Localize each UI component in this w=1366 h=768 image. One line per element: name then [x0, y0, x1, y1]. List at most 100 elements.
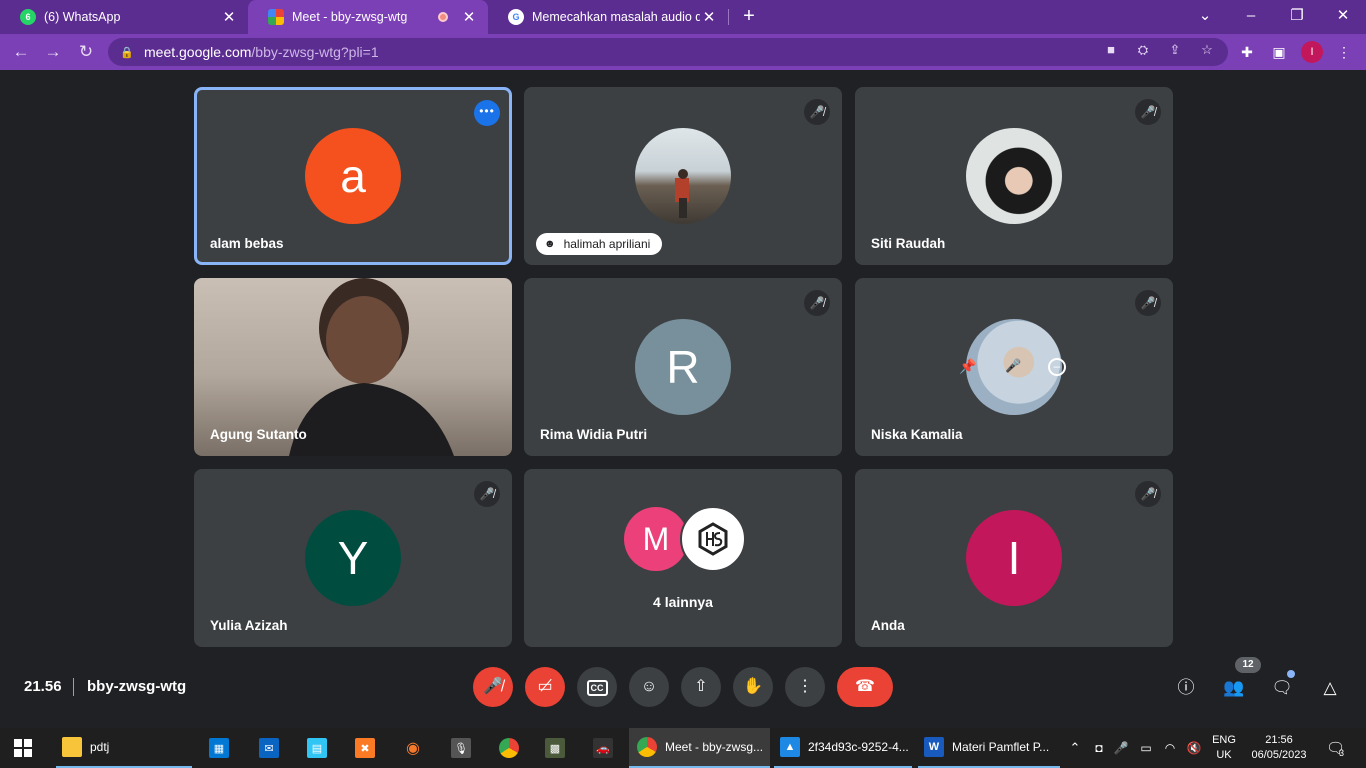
more-options-icon[interactable]: •••	[474, 100, 500, 126]
raise-hand-button[interactable]: ✋	[733, 667, 773, 707]
participant-name: Yulia Azizah	[210, 618, 288, 633]
app-icon[interactable]: ▤	[303, 728, 331, 768]
voice-recorder-icon[interactable]: 🎙	[447, 728, 475, 768]
mute-participant-icon[interactable]: 🎤	[1005, 358, 1021, 374]
participant-tile-others[interactable]: M 4 lainnya	[524, 469, 842, 647]
activities-icon[interactable]: △	[1317, 675, 1343, 701]
taskbar-item-pdtj[interactable]: pdtj	[56, 728, 192, 768]
close-tab-icon[interactable]: ✕	[700, 8, 718, 26]
participant-tile-yulia[interactable]: Y 🎤̸ Yulia Azizah	[194, 469, 512, 647]
captions-button[interactable]: CC	[577, 667, 617, 707]
muted-mic-icon: 🎤̸	[804, 290, 830, 316]
participant-name: Rima Widia Putri	[540, 427, 648, 442]
avatar: R	[635, 319, 731, 415]
chat-icon[interactable]: 🗨	[1269, 675, 1295, 701]
taskbar-item-photo[interactable]: ▲ 2f34d93c-9252-4...	[774, 728, 912, 768]
camera-off-button[interactable]: ▭̸	[525, 667, 565, 707]
profile-avatar[interactable]: I	[1301, 41, 1323, 63]
blender-icon[interactable]: ◉	[399, 728, 427, 768]
avatar: M	[624, 507, 688, 571]
forward-button[interactable]: →	[42, 41, 64, 63]
taskbar-item-label: Materi Pamflet P...	[952, 740, 1050, 754]
microphone-tray-icon[interactable]: 🎤	[1112, 728, 1130, 768]
photos-icon: ▲	[780, 737, 800, 757]
microphone-off-button[interactable]: 🎤̸	[473, 667, 513, 707]
bookmark-star-icon[interactable]: ☆	[1197, 40, 1217, 60]
battery-icon[interactable]: ▭	[1136, 728, 1156, 768]
pin-icon[interactable]: 📌	[959, 358, 976, 375]
translate-icon[interactable]: ⛭	[1133, 40, 1153, 60]
address-bar[interactable]: 🔒 meet.google.com/bby-zwsg-wtg?pli=1	[108, 38, 1228, 66]
share-icon[interactable]: ⇪	[1165, 40, 1185, 60]
recording-indicator-icon	[438, 12, 448, 22]
participant-tile-agung[interactable]: Agung Sutanto	[194, 278, 512, 456]
clock[interactable]: 21:56 06/05/2023	[1244, 728, 1314, 768]
muted-mic-icon: 🎤̸	[804, 99, 830, 125]
taskbar-item-label: pdtj	[90, 740, 110, 754]
avatar: Y	[305, 510, 401, 606]
participant-tile-rima[interactable]: R 🎤̸ Rima Widia Putri	[524, 278, 842, 456]
car-game-icon[interactable]: 🚗	[589, 728, 617, 768]
close-tab-icon[interactable]: ✕	[460, 8, 478, 26]
emoji-reaction-button[interactable]: ☺	[629, 667, 669, 707]
game-icon[interactable]: ▩	[541, 728, 569, 768]
tab-meet[interactable]: Meet - bby-zwsg-wtg ✕	[248, 0, 488, 34]
close-window-button[interactable]: ✕	[1332, 5, 1354, 27]
back-button[interactable]: ←	[10, 41, 32, 63]
wifi-icon[interactable]: ◠	[1160, 728, 1180, 768]
participant-tile-siti[interactable]: 🎤̸ Siti Raudah	[855, 87, 1173, 265]
participant-tile-niska[interactable]: 📌 🎤 – 🎤̸ Niska Kamalia	[855, 278, 1173, 456]
present-screen-button[interactable]: ⇧	[681, 667, 721, 707]
browser-toolbar: ← → ↻ 🔒 meet.google.com/bby-zwsg-wtg?pli…	[0, 34, 1366, 70]
participant-tile-self[interactable]: I 🎤̸ Anda	[855, 469, 1173, 647]
url-path: /bby-zwsg-wtg?pli=1	[251, 44, 379, 60]
xampp-icon[interactable]: ✖	[351, 728, 379, 768]
tab-whatsapp[interactable]: 6 (6) WhatsApp ✕	[0, 0, 248, 34]
taskbar-item-word[interactable]: W Materi Pamflet P...	[918, 728, 1060, 768]
camera-in-use-icon[interactable]: ■	[1101, 40, 1121, 60]
meeting-time: 21.56	[24, 678, 62, 695]
start-button[interactable]	[14, 728, 36, 768]
speaker-muted-icon[interactable]: 🔇	[1184, 728, 1204, 768]
language-indicator[interactable]: ENG UK	[1208, 728, 1240, 768]
participant-name-chip: ☻ halimah apriliani	[536, 233, 663, 255]
notification-count: 3	[1339, 748, 1345, 758]
notifications-icon[interactable]: 🗨 3	[1320, 728, 1350, 768]
new-tab-button[interactable]: +	[738, 5, 760, 27]
more-options-button[interactable]: ⋮	[785, 667, 825, 707]
profile-photo	[966, 128, 1062, 224]
tab-title: Memecahkan masalah audio di G	[532, 10, 700, 24]
side-panel-icon[interactable]: ▣	[1268, 41, 1290, 63]
participant-tile-alam-bebas[interactable]: a ••• alam bebas	[194, 87, 512, 265]
meeting-details-icon[interactable]: ⓘ	[1173, 675, 1199, 701]
google-icon: G	[508, 9, 524, 25]
people-icon[interactable]: 👥	[1221, 675, 1247, 701]
lock-icon: 🔒	[120, 46, 134, 59]
chrome-icon[interactable]	[495, 728, 523, 768]
muted-mic-icon: 🎤̸	[1135, 99, 1161, 125]
participant-name: alam bebas	[210, 236, 284, 251]
participant-name: Agung Sutanto	[210, 427, 307, 442]
meet-icon	[268, 9, 284, 25]
show-hidden-icons[interactable]: ⌃	[1066, 728, 1084, 768]
mail-icon[interactable]: ✉	[255, 728, 283, 768]
muted-mic-icon: 🎤̸	[474, 481, 500, 507]
tab-search-icon[interactable]: ⌄	[1194, 5, 1216, 27]
meeting-code: bby-zwsg-wtg	[87, 678, 187, 695]
speaking-person-icon: ☻	[544, 238, 556, 250]
remove-participant-icon[interactable]: –	[1048, 358, 1066, 376]
taskbar-item-meet[interactable]: Meet - bby-zwsg...	[629, 728, 770, 768]
muted-mic-icon: 🎤̸	[1135, 290, 1161, 316]
browser-menu-icon[interactable]: ⋮	[1333, 41, 1355, 63]
reload-button[interactable]: ↻	[75, 41, 97, 63]
close-tab-icon[interactable]: ✕	[220, 8, 238, 26]
tab-audio-help[interactable]: G Memecahkan masalah audio di G ✕	[488, 0, 728, 34]
extensions-icon[interactable]: ✚	[1236, 41, 1258, 63]
minimize-button[interactable]: –	[1240, 5, 1262, 27]
microsoft-store-icon[interactable]: ▦	[205, 728, 233, 768]
person-figure-icon	[675, 169, 689, 218]
camera-tray-icon[interactable]: ◘	[1090, 728, 1108, 768]
restore-button[interactable]: ❐	[1286, 5, 1308, 27]
participant-tile-halimah[interactable]: 🎤̸ ☻ halimah apriliani	[524, 87, 842, 265]
leave-call-button[interactable]: ☎	[837, 667, 893, 707]
